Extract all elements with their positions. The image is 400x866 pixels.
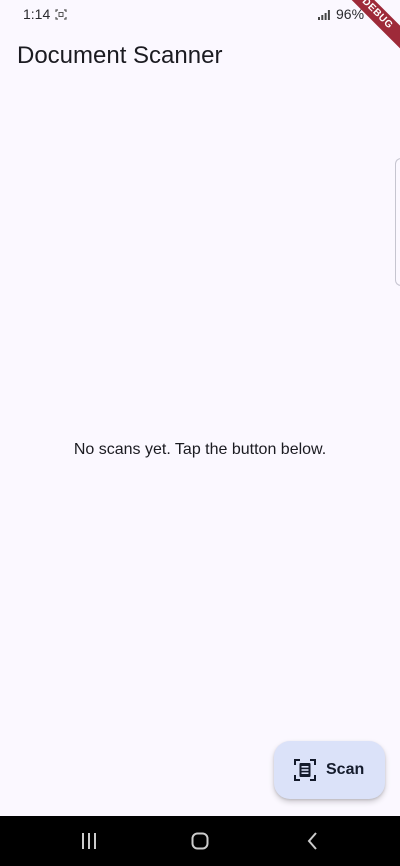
back-button[interactable] — [283, 816, 343, 866]
status-bar: 1:14 96% DEBUG — [0, 0, 400, 66]
scan-button[interactable]: Scan — [274, 741, 385, 799]
empty-state-message: No scans yet. Tap the button below. — [73, 441, 327, 458]
document-scanner-icon — [294, 759, 316, 781]
edge-panel-handle[interactable] — [395, 158, 400, 286]
recent-apps-button[interactable] — [59, 816, 119, 866]
system-nav-bar — [0, 816, 400, 866]
page-title: Document Scanner — [17, 42, 223, 69]
home-button[interactable] — [170, 816, 230, 866]
scan-button-label: Scan — [326, 761, 365, 778]
recent-apps-icon — [82, 833, 96, 849]
app-bar: Document Scanner — [0, 32, 400, 84]
status-time: 1:14 — [23, 6, 51, 22]
home-icon — [191, 832, 209, 850]
signal-icon — [318, 10, 330, 20]
back-icon — [307, 832, 317, 850]
screenshot-icon — [55, 9, 67, 20]
